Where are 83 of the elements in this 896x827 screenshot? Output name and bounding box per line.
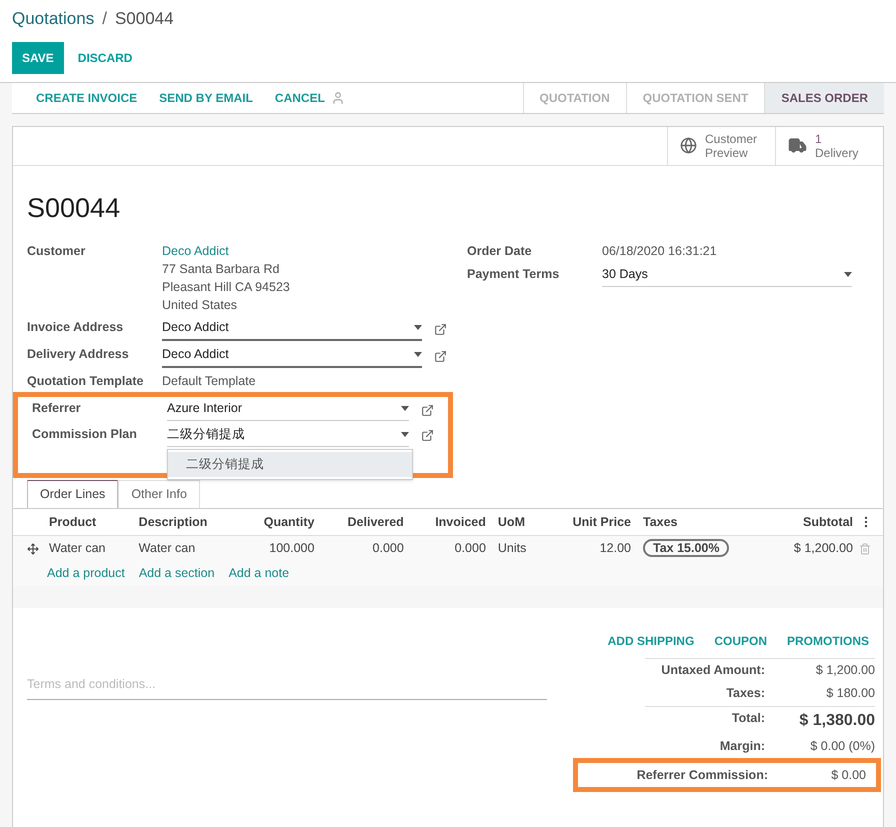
total-label: Untaxed Amount: [660,662,765,679]
total-value: $ 0.00 [831,766,866,784]
record-title: S00044 [27,192,122,224]
breadcrumb-separator: / [102,8,107,30]
preview-button[interactable]: Customer Preview [667,126,775,164]
external-link-icon[interactable] [434,322,447,336]
terms-field[interactable]: Terms and conditions... [27,670,547,700]
action-button[interactable]: PROMOTIONS [786,632,869,650]
table-cell: Water can [138,541,196,556]
caret-icon[interactable] [401,432,409,437]
field-label: Commission Plan [32,426,138,443]
discard-button[interactable]: DISCARD [68,42,142,74]
breadcrumb-current: S00044 [114,8,174,30]
action-button[interactable]: CANCEL [274,88,325,106]
total-label: Taxes: [725,684,765,702]
field-label: Referrer [32,400,82,418]
column-header: Taxes [636,508,766,536]
globe-icon [680,137,697,154]
table-cell: 12.00 [600,541,631,556]
caret-icon[interactable] [844,272,852,277]
column-header: Delivered [320,508,410,536]
field-label: Payment Terms [467,266,560,283]
address-line: United States [162,297,238,314]
field-label: Delivery Address [27,346,130,363]
total-label: Total: [730,710,765,728]
column-header: Subtotal [766,508,859,536]
user-icon [330,90,345,104]
external-link-icon[interactable] [421,404,434,417]
customer-link[interactable]: Deco Addict [162,242,290,260]
tax-tag: Tax 15.00% [642,539,730,558]
action-button[interactable]: COUPON [714,632,767,650]
caret-icon[interactable] [401,406,409,412]
external-link-icon[interactable] [434,350,447,363]
add-line-link[interactable]: Add a note [228,564,290,583]
table-cell: 0.000 [454,541,486,556]
column-header: Quantity [238,508,320,536]
field-label: Quotation Template [27,372,144,390]
address-line: 77 Santa Barbara Rd [162,261,280,278]
table-cell: Units [498,541,526,556]
field-value: Default Template [162,372,256,390]
drag-handle-icon[interactable] [27,542,39,555]
add-line-link[interactable]: Add a section [138,564,215,583]
status-stage[interactable]: SALES ORDER [764,82,884,112]
add-line-link[interactable]: Add a product [47,564,125,583]
total-label: Margin: [718,738,765,756]
select-field[interactable]: Azure Interior [167,399,409,421]
select-field[interactable]: 30 Days [602,264,852,286]
total-value: $ 0.00 (0%) [810,738,875,756]
field-value: 06/18/2020 16:31:21 [602,243,717,260]
caret-icon[interactable] [414,352,422,357]
total-label: Referrer Commission: [636,766,768,784]
external-link-icon[interactable] [421,429,434,442]
status-stage[interactable]: QUOTATION [522,82,626,112]
dropdown-option[interactable]: 二级分销提成 [168,452,412,476]
select-field[interactable]: 二级分销提成 [167,425,409,447]
column-header: Unit Price [544,508,637,536]
action-button[interactable]: CREATE INVOICE [36,88,138,106]
select-field[interactable]: Deco Addict [162,318,422,341]
column-header: UoM [492,508,545,536]
breadcrumb-link[interactable]: Quotations [12,6,94,32]
column-header: Product [43,508,133,536]
tab[interactable]: Order Lines [27,480,118,508]
caret-icon[interactable] [414,324,422,330]
table-cell: 0.000 [372,541,404,556]
table-cell: 100.000 [269,541,314,556]
total-value: $ 180.00 [826,684,875,702]
address-line: Pleasant Hill CA 94523 [162,279,290,296]
table-cell: Water can [49,541,106,556]
action-button[interactable]: ADD SHIPPING [608,632,694,650]
total-value: $ 1,380.00 [799,711,875,732]
select-field[interactable]: Deco Addict [162,344,422,368]
total-value: $ 1,200.00 [816,662,875,679]
tab[interactable]: Other Info [118,480,200,508]
table-cell: $ 1,200.00 [794,541,853,556]
column-header: Invoiced [410,508,492,536]
field-label: Invoice Address [27,319,124,336]
action-button[interactable]: SEND BY EMAIL [159,88,253,106]
field-label: Customer [27,243,86,260]
field-label: Order Date [467,243,533,260]
save-button[interactable]: SAVE [12,42,64,74]
truck-icon [788,136,807,155]
delivery-button[interactable]: 1 Delivery [775,126,883,164]
column-header: Description [132,508,238,536]
